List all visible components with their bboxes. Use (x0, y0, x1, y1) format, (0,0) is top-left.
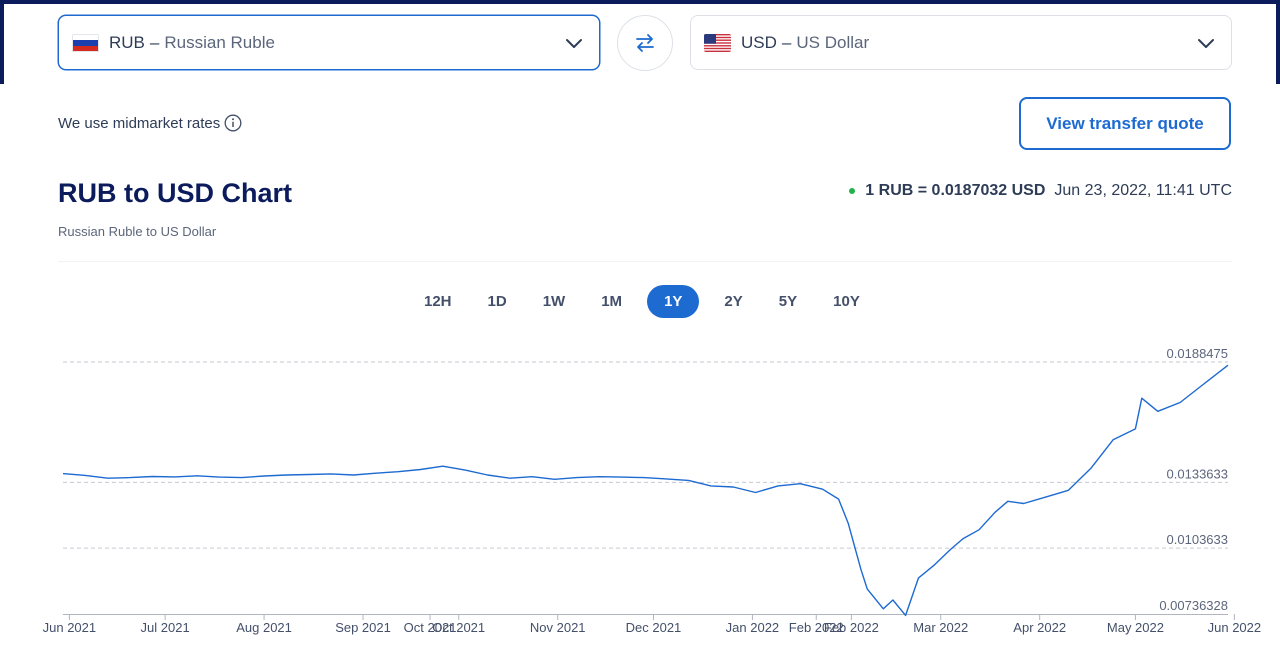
swap-currencies-button[interactable] (617, 15, 673, 71)
range-tab-1w[interactable]: 1W (532, 285, 577, 318)
from-currency-name: Russian Ruble (164, 32, 275, 52)
from-currency-dash: – (149, 32, 160, 52)
x-tick-label: Jun 2022 (1208, 620, 1262, 635)
right-edge-bar (1276, 0, 1280, 84)
view-transfer-quote-button[interactable]: View transfer quote (1019, 97, 1231, 150)
range-tab-2y[interactable]: 2Y (713, 285, 753, 318)
left-edge-bar (0, 0, 4, 84)
top-bar (0, 0, 1280, 4)
x-tick-label: Feb 2022 (824, 620, 879, 635)
x-tick-label: Mar 2022 (913, 620, 968, 635)
x-tick-label: Apr 2022 (1013, 620, 1066, 635)
rate-chart: 0.0188475 0.0133633 0.0103633 0.00736328 Jun… (43, 346, 1262, 635)
range-tab-10y[interactable]: 10Y (822, 285, 871, 318)
section-divider (58, 261, 1232, 262)
x-tick-label: Jun 2021 (43, 620, 97, 635)
y-tick-label: 0.0188475 (1167, 346, 1228, 361)
y-tick-label: 0.0133633 (1167, 466, 1228, 481)
to-currency-name: US Dollar (796, 32, 870, 52)
range-tab-5y[interactable]: 5Y (768, 285, 808, 318)
info-icon[interactable] (224, 114, 242, 132)
x-tick-label: Oct 2021 (432, 620, 485, 635)
range-tab-1m[interactable]: 1M (590, 285, 633, 318)
from-currency-select[interactable]: RUB – Russian Ruble (58, 15, 600, 70)
y-tick-label: 0.0103633 (1167, 532, 1228, 547)
range-tab-1y[interactable]: 1Y (647, 285, 700, 318)
x-tick-label: Jan 2022 (726, 620, 780, 635)
range-tab-12h[interactable]: 12H (413, 285, 463, 318)
russia-flag-icon (72, 33, 99, 52)
from-currency-code: RUB (109, 32, 145, 52)
x-tick-label: Sep 2021 (335, 620, 391, 635)
current-rate: 1 RUB = 0.0187032 USD Jun 23, 2022, 11:4… (849, 182, 1232, 200)
live-status-dot (849, 188, 856, 194)
chevron-down-icon (566, 39, 582, 48)
chart-title: RUB to USD Chart (58, 178, 292, 208)
to-currency-select[interactable]: USD – US Dollar (690, 15, 1232, 70)
usa-flag-icon (704, 33, 731, 52)
y-tick-label: 0.00736328 (1159, 598, 1228, 613)
x-tick-label: Nov 2021 (530, 620, 586, 635)
rate-timestamp: Jun 23, 2022, 11:41 UTC (1054, 182, 1232, 199)
rate-value: 1 RUB = 0.0187032 USD (865, 182, 1046, 199)
to-currency-dash: – (781, 32, 792, 52)
to-currency-code: USD (741, 32, 777, 52)
range-tab-1d[interactable]: 1D (477, 285, 518, 318)
time-range-selector: 12H 1D 1W 1M 1Y 2Y 5Y 10Y (413, 285, 885, 318)
rate-series-line (62, 364, 1229, 617)
chevron-down-icon (1198, 39, 1214, 48)
x-tick-label: Aug 2021 (236, 620, 292, 635)
x-tick-label: May 2022 (1107, 620, 1164, 635)
x-tick-label: Dec 2021 (626, 620, 682, 635)
x-tick-label: Jul 2021 (141, 620, 190, 635)
swap-arrows-icon (636, 34, 654, 52)
chart-subtitle: Russian Ruble to US Dollar (58, 224, 217, 239)
midmarket-note: We use midmarket rates (58, 114, 242, 132)
midmarket-text: We use midmarket rates (58, 114, 221, 132)
